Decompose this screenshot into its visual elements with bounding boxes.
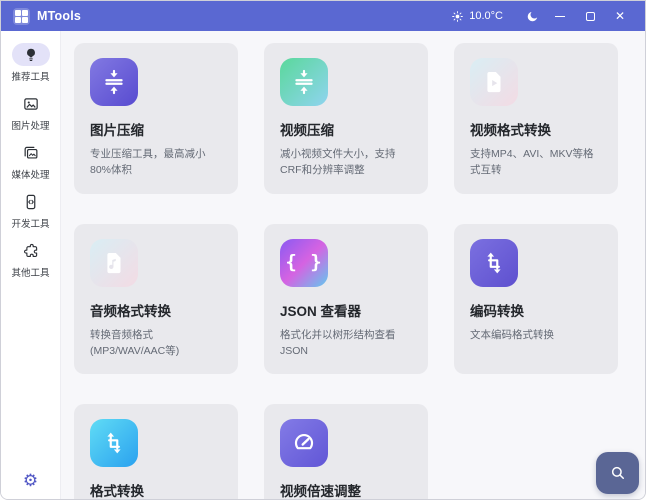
sidebar: 推荐工具 图片处理 <box>1 31 61 499</box>
maximize-button[interactable] <box>575 3 605 29</box>
transform-icon <box>90 419 138 467</box>
card-description: 减小视频文件大小，支持CRF和分辨率调整 <box>280 146 412 179</box>
card-title: 格式转换 <box>90 480 222 499</box>
transform-icon <box>470 239 518 287</box>
card-encoding-conversion[interactable]: 编码转换 文本编码格式转换 <box>454 224 618 375</box>
card-video-speed-adjustment[interactable]: 视频倍速调整 调整视频播放速度(0.1x-10x) <box>264 404 428 499</box>
card-title: 图片压缩 <box>90 119 222 139</box>
card-title: JSON 查看器 <box>280 300 412 320</box>
card-video-compression[interactable]: 视频压缩 减小视频文件大小，支持CRF和分辨率调整 <box>264 43 428 194</box>
sidebar-item-label: 其他工具 <box>11 265 49 279</box>
compress-icon <box>280 58 328 106</box>
app-window: MTools 10.0°C ✕ <box>0 0 646 500</box>
card-description: 转换音频格式(MP3/WAV/AAC等) <box>90 327 222 360</box>
card-title: 音频格式转换 <box>90 300 222 320</box>
sidebar-item-label: 媒体处理 <box>11 167 49 181</box>
sidebar-item-label: 推荐工具 <box>11 69 49 83</box>
card-json-viewer[interactable]: { } JSON 查看器 格式化并以树形结构查看 JSON <box>264 224 428 375</box>
tool-grid: 图片压缩 专业压缩工具，最高减小80%体积 视频压缩 <box>74 43 618 499</box>
card-description: 文本编码格式转换 <box>470 327 602 343</box>
search-button[interactable] <box>596 452 639 494</box>
theme-toggle-button[interactable] <box>519 3 545 29</box>
card-description: 格式化并以树形结构查看 JSON <box>280 327 412 360</box>
video-file-icon <box>470 58 518 106</box>
temperature-label: 10.0°C <box>469 10 503 22</box>
search-icon <box>609 464 627 482</box>
card-description: 支持MP4、AVI、MKV等格式互转 <box>470 146 602 179</box>
minimize-button[interactable] <box>545 3 575 29</box>
image-icon <box>22 95 40 113</box>
main-content: 图片压缩 专业压缩工具，最高减小80%体积 视频压缩 <box>61 31 645 499</box>
gear-icon[interactable]: ⚙ <box>23 473 38 490</box>
puzzle-icon <box>22 242 40 260</box>
card-title: 视频倍速调整 <box>280 480 412 499</box>
card-video-format-conversion[interactable]: 视频格式转换 支持MP4、AVI、MKV等格式互转 <box>454 43 618 194</box>
sidebar-item-label: 图片处理 <box>11 118 49 132</box>
sidebar-item-label: 开发工具 <box>11 216 49 230</box>
gauge-icon <box>280 419 328 467</box>
sun-icon <box>451 10 464 23</box>
lightbulb-icon <box>22 46 40 64</box>
sidebar-item-recommended-tools[interactable]: 推荐工具 <box>3 43 59 83</box>
sidebar-item-dev-tools[interactable]: 开发工具 <box>3 190 59 230</box>
dev-code-icon <box>22 193 40 211</box>
card-description: 专业压缩工具，最高减小80%体积 <box>90 146 222 179</box>
app-logo-icon <box>13 8 30 25</box>
close-icon: ✕ <box>615 10 625 22</box>
app-title: MTools <box>37 9 81 23</box>
card-title: 视频压缩 <box>280 119 412 139</box>
weather-widget: 10.0°C <box>451 10 503 23</box>
card-image-compression[interactable]: 图片压缩 专业压缩工具，最高减小80%体积 <box>74 43 238 194</box>
braces-icon: { } <box>280 239 328 287</box>
card-title: 编码转换 <box>470 300 602 320</box>
audio-file-icon <box>90 239 138 287</box>
card-audio-format-conversion[interactable]: 音频格式转换 转换音频格式(MP3/WAV/AAC等) <box>74 224 238 375</box>
card-format-conversion[interactable]: 格式转换 支持JPG、PNG、WebP等格式互转 <box>74 404 238 499</box>
minimize-icon <box>555 16 565 17</box>
titlebar: MTools 10.0°C ✕ <box>1 1 645 31</box>
close-button[interactable]: ✕ <box>605 3 635 29</box>
moon-icon <box>526 10 539 23</box>
maximize-icon <box>586 12 595 21</box>
sidebar-item-media-processing[interactable]: 媒体处理 <box>3 141 59 181</box>
compress-icon <box>90 58 138 106</box>
sidebar-item-other-tools[interactable]: 其他工具 <box>3 239 59 279</box>
media-icon <box>22 144 40 162</box>
card-title: 视频格式转换 <box>470 119 602 139</box>
sidebar-item-image-processing[interactable]: 图片处理 <box>3 92 59 132</box>
